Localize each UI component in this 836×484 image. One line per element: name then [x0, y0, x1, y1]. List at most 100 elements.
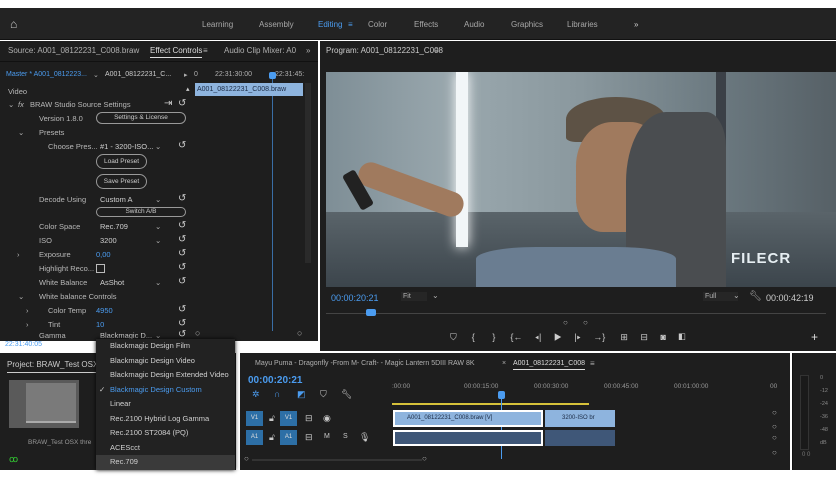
zoom-handle[interactable]: ○	[297, 328, 302, 338]
reset-icon[interactable]: ↺	[178, 318, 186, 329]
export-icon[interactable]: ⇥	[164, 98, 172, 109]
work-area-bar[interactable]	[392, 403, 589, 405]
reset-icon[interactable]: ↺	[178, 98, 186, 109]
settings-license-button[interactable]: Settings & License	[96, 112, 186, 124]
workspace-menu-icon[interactable]: ≡	[348, 20, 353, 29]
mark-out-icon[interactable]: }	[492, 332, 495, 342]
source-patch-a1[interactable]: A1	[246, 430, 263, 445]
preset-dropdown[interactable]: #1 - 3200-ISO...	[100, 142, 153, 151]
camera-icon[interactable]: ◙	[660, 332, 665, 342]
play-icon[interactable]: ▶	[554, 332, 562, 342]
timeline-scrollbar[interactable]	[252, 459, 422, 461]
workspace-libraries[interactable]: Libraries	[567, 20, 598, 29]
add-marker-icon[interactable]: ⛉	[320, 389, 327, 400]
workspace-effects[interactable]: Effects	[414, 20, 438, 29]
clip-bar[interactable]: A001_08122231_C008.braw	[195, 83, 303, 96]
project-title[interactable]: Project: BRAW_Test OSX th	[7, 360, 108, 373]
switch-ab-button[interactable]: Switch A/B	[96, 207, 186, 217]
snap-icon[interactable]: ∩	[274, 389, 280, 399]
lock-icon[interactable]: 🔓︎	[269, 413, 275, 424]
reset-icon[interactable]: ↺	[178, 220, 186, 231]
step-forward-icon[interactable]: |▸	[574, 332, 580, 342]
reset-icon[interactable]: ↺	[178, 193, 186, 204]
tab-audio-clip-mixer[interactable]: Audio Clip Mixer: A0	[224, 46, 296, 55]
zoom-handle[interactable]: ○	[195, 328, 200, 338]
workspace-assembly[interactable]: Assembly	[259, 20, 294, 29]
go-to-out-icon[interactable]: →}	[593, 332, 605, 342]
wrench-icon[interactable]: 🔧︎	[749, 291, 762, 302]
track-target-a1[interactable]: A1	[280, 430, 297, 445]
workspace-editing[interactable]: Editing	[318, 20, 342, 29]
reset-icon[interactable]: ↺	[178, 140, 186, 151]
zoom-handle[interactable]: ○	[583, 318, 588, 327]
microphone-icon[interactable]: 🎙︎	[359, 432, 370, 443]
close-icon[interactable]: ×	[502, 360, 506, 367]
timeline-ruler[interactable]: :00:00 00:00:15:00 00:00:30:00 00:00:45:00 0…	[392, 383, 777, 397]
collapse-icon[interactable]: ▴	[186, 85, 190, 93]
audio-clip[interactable]	[393, 430, 543, 446]
gamma-option[interactable]: Blackmagic Design Video	[96, 354, 235, 369]
reset-icon[interactable]: ↺	[178, 262, 186, 273]
timeline-playhead[interactable]	[498, 391, 505, 399]
clip-select[interactable]: A001_08122231_C...	[105, 71, 171, 78]
source-patch-v1[interactable]: V1	[246, 411, 263, 426]
gamma-option[interactable]: Rec.2100 Hybrid Log Gamma	[96, 412, 235, 427]
panel-menu-icon[interactable]: ≡	[203, 46, 208, 55]
timeline-timecode[interactable]: 00:00:20:21	[248, 375, 302, 386]
exposure-value[interactable]: 0,00	[96, 250, 111, 259]
scrollbar[interactable]	[305, 83, 311, 263]
video-clip[interactable]: 3200-ISO br	[545, 410, 615, 427]
playhead-handle[interactable]	[269, 72, 276, 79]
highlight-recovery-checkbox[interactable]	[96, 264, 105, 273]
step-back-icon[interactable]: ◂|	[535, 332, 541, 342]
add-button-icon[interactable]: +	[811, 330, 818, 344]
zoom-handle[interactable]: ○	[563, 318, 568, 327]
clip-thumbnail[interactable]	[9, 380, 79, 428]
reset-icon[interactable]: ↺	[178, 276, 186, 287]
home-icon[interactable]: ⌂	[10, 17, 17, 31]
audio-clip[interactable]	[545, 430, 615, 446]
gamma-option[interactable]: Linear	[96, 397, 235, 412]
scroll-handle[interactable]: ○	[772, 422, 777, 431]
program-title[interactable]: Program: A001_08122231_C008	[326, 46, 443, 55]
reset-icon[interactable]: ↺	[178, 234, 186, 245]
more-workspaces-button[interactable]: »	[634, 20, 638, 29]
effect-timecode[interactable]: 22:31:40:05	[5, 341, 42, 348]
solo-button[interactable]: S	[343, 433, 348, 440]
gamma-option[interactable]: Blackmagic Design Extended Video	[96, 368, 235, 383]
tab-sequence-2[interactable]: A001_08122231_C008	[513, 360, 586, 370]
master-clip-select[interactable]: Master * A001_0812223...	[6, 71, 87, 78]
white-balance-dropdown[interactable]: AsShot	[100, 278, 124, 287]
comparison-view-icon[interactable]: ◧	[678, 332, 685, 342]
lock-icon[interactable]: 🔓︎	[269, 432, 275, 443]
more-tabs-button[interactable]: »	[306, 46, 310, 55]
lift-icon[interactable]: ⊞	[620, 332, 628, 342]
tab-effect-controls[interactable]: Effect Controls	[150, 46, 203, 58]
track-target-v1[interactable]: V1	[280, 411, 297, 426]
panel-menu-icon[interactable]: ≡	[590, 359, 595, 368]
gamma-option[interactable]: Rec.709	[96, 455, 235, 470]
go-to-in-icon[interactable]: {←	[510, 332, 522, 342]
tab-sequence-1[interactable]: Mayu Puma - Dragonfly -From M- Craft- - …	[255, 360, 475, 367]
iso-dropdown[interactable]: 3200	[100, 236, 117, 245]
extract-icon[interactable]: ⊟	[640, 332, 648, 342]
reset-icon[interactable]: ↺	[178, 304, 186, 315]
zoom-handle[interactable]: ○	[422, 454, 427, 463]
scroll-handle[interactable]: ○	[772, 433, 777, 442]
mute-button[interactable]: M	[324, 433, 330, 440]
play-icon[interactable]: ▸	[184, 71, 188, 79]
link-icon[interactable]: ꝏ	[9, 454, 18, 465]
chevron-down-icon[interactable]: ⌄	[93, 71, 99, 79]
program-timecode[interactable]: 00:00:20:21	[331, 293, 379, 303]
marker-icon[interactable]: ⛉	[450, 332, 457, 342]
video-clip[interactable]: A001_08122231_C008.braw [V]	[393, 410, 543, 427]
program-playhead[interactable]	[366, 309, 376, 316]
gamma-option[interactable]: ✓ Blackmagic Design Custom	[96, 383, 235, 398]
gamma-option[interactable]: Rec.2100 ST2084 (PQ)	[96, 426, 235, 441]
color-space-dropdown[interactable]: Rec.709	[100, 222, 128, 231]
reset-icon[interactable]: ↺	[178, 248, 186, 259]
workspace-learning[interactable]: Learning	[202, 20, 233, 29]
zoom-handle[interactable]: ○	[244, 454, 249, 463]
gamma-option[interactable]: Blackmagic Design Film	[96, 339, 235, 354]
tint-value[interactable]: 10	[96, 320, 104, 329]
